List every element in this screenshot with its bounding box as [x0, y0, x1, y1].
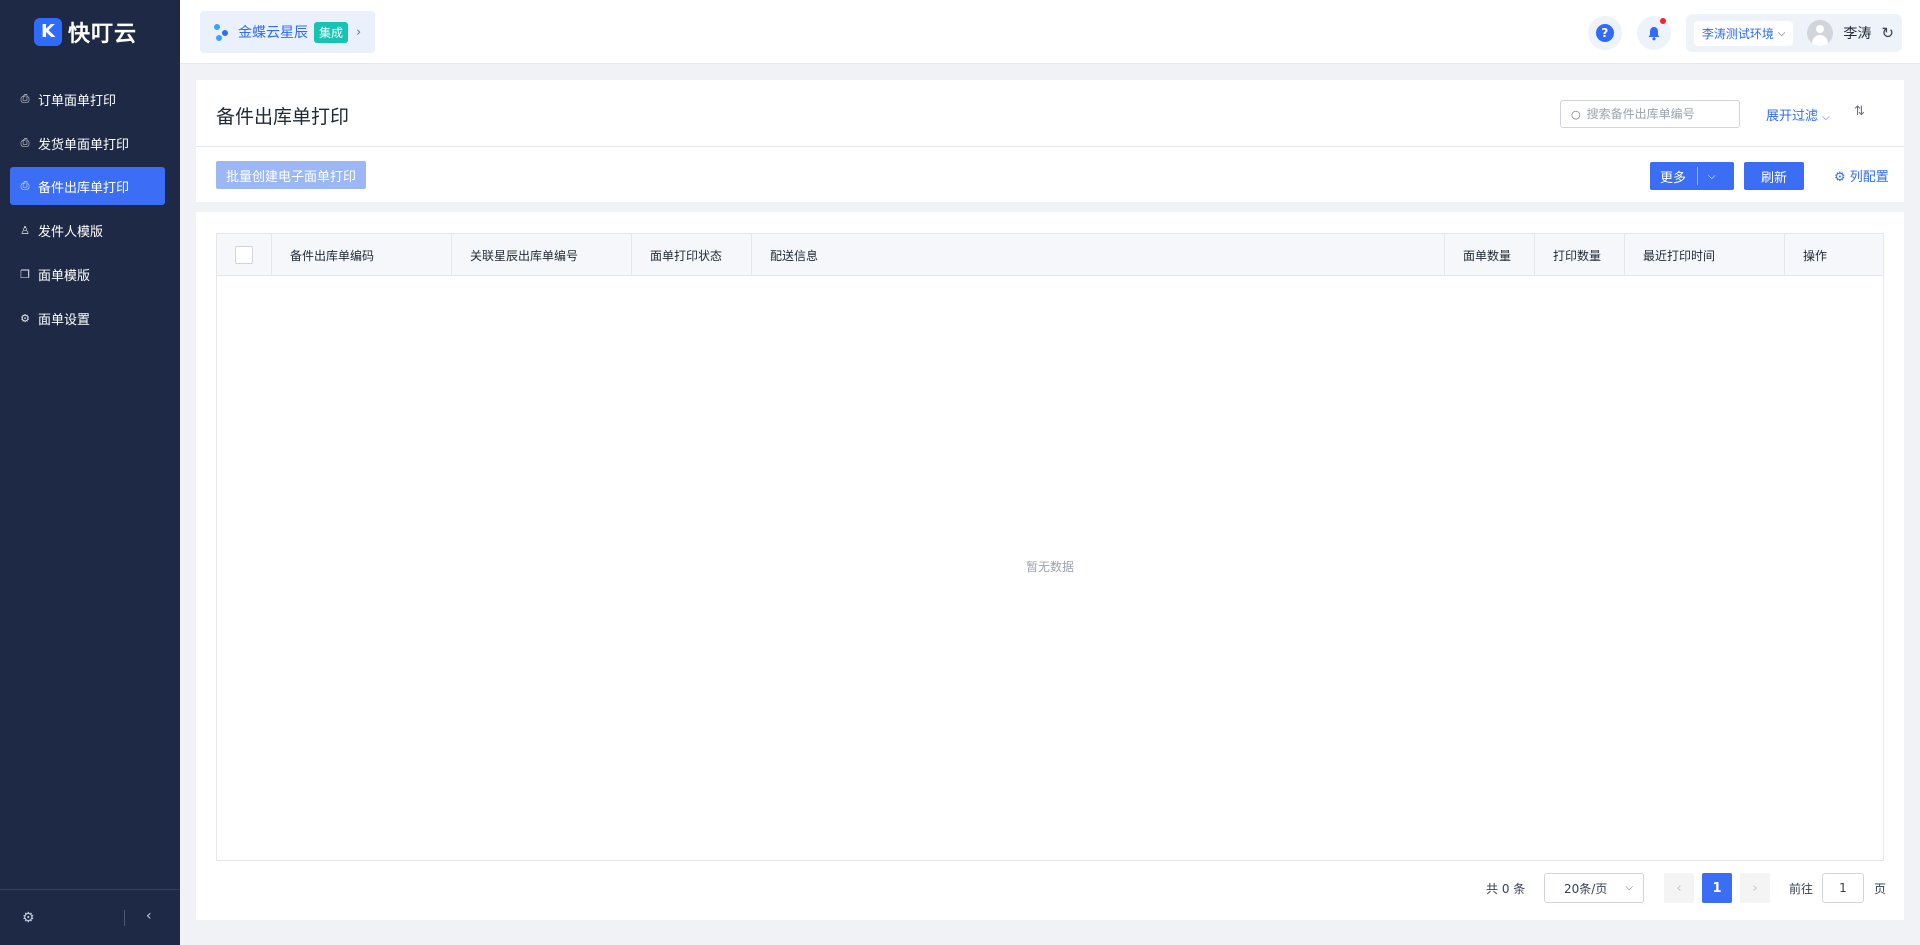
expand-filter-link[interactable]: 展开过滤 ⌵: [1766, 105, 1830, 124]
batch-create-print-button[interactable]: 批量创建电子面单打印: [216, 161, 367, 189]
filter-label: 展开过滤: [1766, 109, 1819, 124]
page-size-select[interactable]: 20条/页 ⌵: [1544, 873, 1644, 903]
app-dots-icon: [212, 22, 232, 42]
bell-icon: [1648, 26, 1660, 40]
sidebar-item-label: 发件人模版: [38, 224, 104, 240]
empty-state-text: 暂无数据: [1025, 560, 1074, 574]
header-actions: ? 李涛测试环境 ⌵ 李涛 ↻: [1587, 14, 1902, 52]
chevron-left-icon[interactable]: ‹: [146, 908, 152, 924]
user-name[interactable]: 李涛: [1843, 23, 1871, 43]
refresh-button[interactable]: 刷新: [1744, 162, 1804, 190]
printer-icon: ⎙: [20, 92, 30, 105]
help-icon: ?: [1595, 24, 1614, 42]
printer-icon: ⎙: [20, 179, 30, 192]
sidebar-item-waybill-settings[interactable]: ⚙ 面单设置: [10, 299, 165, 337]
column-config-link[interactable]: ⚙ 列配置: [1834, 166, 1889, 185]
document-icon: ❐: [20, 267, 30, 281]
page-number-current[interactable]: 1: [1702, 873, 1732, 903]
chevron-down-icon: ⌵: [1625, 882, 1633, 893]
chevron-down-icon[interactable]: ⌵: [1708, 171, 1716, 182]
environment-select[interactable]: 李涛测试环境 ⌵: [1693, 20, 1794, 46]
sidebar-item-label: 面单模版: [38, 268, 91, 284]
more-label: 更多: [1660, 170, 1687, 186]
sidebar-item-spare-parts-print[interactable]: ⎙ 备件出库单打印: [10, 167, 165, 205]
select-all-cell: [217, 234, 272, 276]
sort-icon[interactable]: ⇅: [1854, 104, 1865, 119]
logo[interactable]: K 快叮云: [0, 0, 180, 64]
chevron-right-icon: ›: [356, 24, 362, 40]
page-header-card: 备件出库单打印 ○ 展开过滤 ⌵ ⇅ 批量创建电子面单打印 更多 ⌵ 刷新 ⚙ …: [196, 80, 1904, 202]
avatar[interactable]: [1807, 20, 1834, 46]
search-box[interactable]: ○: [1560, 100, 1740, 128]
column-header[interactable]: 配送信息: [752, 234, 1445, 276]
goto-page-input[interactable]: [1822, 873, 1864, 903]
select-all-checkbox[interactable]: [235, 246, 253, 264]
environment-label: 李涛测试环境: [1701, 26, 1774, 41]
top-header: K 快叮云 金蝶云星辰 集成 › ? 李涛测试环境 ⌵ 李涛 ↻: [0, 0, 1920, 64]
gear-icon: ⚙: [1834, 170, 1846, 185]
divider: [124, 910, 125, 926]
more-button[interactable]: 更多 ⌵: [1650, 162, 1734, 190]
sidebar-item-delivery-print[interactable]: ⎙ 发货单面单打印: [10, 124, 165, 162]
help-button[interactable]: ?: [1587, 16, 1622, 50]
settings-icon: ⚙: [20, 311, 30, 325]
brand-name: 快叮云: [68, 21, 138, 47]
column-header[interactable]: 打印数量: [1535, 234, 1625, 276]
prev-page-button[interactable]: ‹: [1664, 873, 1694, 903]
sidebar-footer: ⚙ ‹: [0, 889, 180, 945]
chevron-down-icon: ⌵: [1822, 112, 1830, 123]
sidebar-item-label: 备件出库单打印: [38, 180, 130, 196]
printer-icon: ⎙: [20, 136, 30, 149]
app-switcher[interactable]: 金蝶云星辰 集成 ›: [200, 11, 376, 53]
sidebar-item-order-print[interactable]: ⎙ 订单面单打印: [10, 80, 165, 118]
sidebar-item-label: 订单面单打印: [38, 93, 117, 109]
search-input[interactable]: [1586, 107, 1727, 121]
chevron-down-icon: ⌵: [1777, 27, 1786, 39]
divider: [196, 146, 1904, 147]
page-title: 备件出库单打印: [216, 106, 350, 128]
sidebar-item-sender-template[interactable]: ♙ 发件人模版: [10, 211, 165, 249]
column-header[interactable]: 操作: [1785, 234, 1883, 276]
sidebar-item-waybill-template[interactable]: ❐ 面单模版: [10, 255, 165, 293]
sidebar-item-label: 发货单面单打印: [38, 137, 130, 153]
refresh-icon[interactable]: ↻: [1881, 24, 1894, 42]
person-icon: ♙: [20, 223, 30, 237]
integration-badge: 集成: [314, 21, 349, 43]
page-size-value: 20条/页: [1564, 881, 1608, 896]
goto-label: 前往: [1789, 882, 1814, 896]
data-table: 备件出库单编码 关联星辰出库单编号 面单打印状态 配送信息 面单数量 打印数量 …: [216, 233, 1884, 861]
notification-button[interactable]: [1636, 16, 1671, 50]
sidebar: ⎙ 订单面单打印 ⎙ 发货单面单打印 ⎙ 备件出库单打印 ♙ 发件人模版 ❐ 面…: [0, 64, 180, 945]
chevron-left-icon: ‹: [1676, 880, 1682, 896]
column-header[interactable]: 备件出库单编码: [272, 234, 452, 276]
table-card: 备件出库单编码 关联星辰出库单编号 面单打印状态 配送信息 面单数量 打印数量 …: [196, 212, 1904, 920]
next-page-button[interactable]: ›: [1740, 873, 1770, 903]
search-icon: ○: [1571, 107, 1581, 121]
sidebar-item-label: 面单设置: [38, 312, 91, 328]
column-config-label: 列配置: [1849, 170, 1889, 185]
page-suffix: 页: [1874, 882, 1887, 896]
pagination: 共 0 条 20条/页 ⌵ ‹ 1 › 前往 页: [196, 872, 1904, 904]
chevron-right-icon: ›: [1752, 880, 1758, 896]
column-header[interactable]: 面单打印状态: [632, 234, 752, 276]
user-panel: 李涛测试环境 ⌵ 李涛 ↻: [1685, 14, 1902, 52]
column-header[interactable]: 最近打印时间: [1625, 234, 1785, 276]
table-header: 备件出库单编码 关联星辰出库单编号 面单打印状态 配送信息 面单数量 打印数量 …: [217, 234, 1883, 276]
brand-logo-icon: K: [34, 17, 62, 46]
total-count: 共 0 条: [1486, 882, 1526, 896]
column-header[interactable]: 关联星辰出库单编号: [452, 234, 632, 276]
divider: [1697, 167, 1698, 185]
column-header[interactable]: 面单数量: [1445, 234, 1535, 276]
app-name: 金蝶云星辰: [238, 25, 308, 41]
notification-dot: [1659, 18, 1666, 24]
gear-icon[interactable]: ⚙: [22, 910, 35, 926]
